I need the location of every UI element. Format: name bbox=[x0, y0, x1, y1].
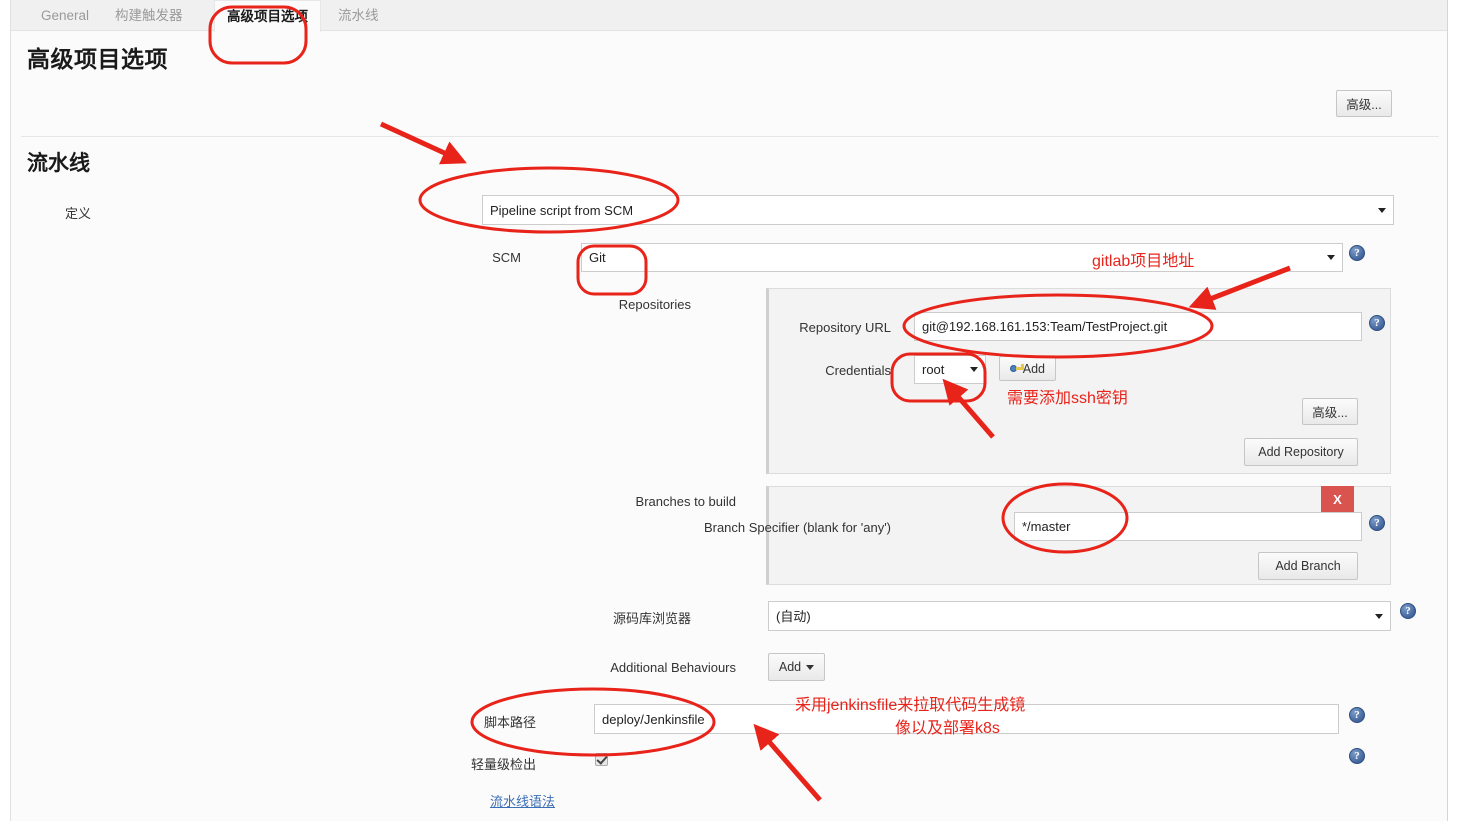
add-repository-button[interactable]: Add Repository bbox=[1244, 438, 1358, 466]
repository-browser-select[interactable]: (自动) bbox=[768, 601, 1391, 631]
tab-build-triggers-label: 构建触发器 bbox=[115, 8, 183, 23]
tab-general-label: General bbox=[41, 8, 90, 23]
additional-behaviours-add-button[interactable]: Add bbox=[768, 653, 825, 681]
scm-label: SCM bbox=[492, 250, 521, 265]
repository-url-input[interactable]: git@192.168.161.153:Team/TestProject.git bbox=[914, 312, 1362, 341]
tab-pipeline[interactable]: 流水线 bbox=[326, 0, 391, 31]
repository-browser-select-value: (自动) bbox=[776, 608, 811, 624]
chevron-down-icon bbox=[1375, 613, 1383, 619]
tab-general[interactable]: General bbox=[29, 0, 101, 31]
repository-browser-help-icon[interactable]: ? bbox=[1400, 603, 1416, 619]
scm-help-icon[interactable]: ? bbox=[1349, 245, 1365, 261]
tab-pipeline-label: 流水线 bbox=[338, 8, 379, 23]
config-tab-bar: General 构建触发器 高级项目选项 流水线 bbox=[11, 0, 1447, 32]
credentials-add-button-label: Add bbox=[1022, 361, 1045, 376]
definition-select-value: Pipeline script from SCM bbox=[490, 202, 634, 218]
section-divider bbox=[21, 136, 1439, 137]
branch-specifier-value: */master bbox=[1022, 519, 1071, 534]
repository-browser-label: 源码库浏览器 bbox=[612, 611, 691, 626]
script-path-input[interactable]: deploy/Jenkinsfile bbox=[594, 704, 1339, 734]
tab-advanced-project-options[interactable]: 高级项目选项 bbox=[214, 0, 321, 32]
additional-behaviours-add-button-label: Add bbox=[778, 660, 802, 674]
tab-build-triggers[interactable]: 构建触发器 bbox=[103, 0, 195, 31]
advanced-button-top[interactable]: 高级... bbox=[1336, 90, 1392, 117]
advanced-button-top-label: 高级... bbox=[1346, 98, 1382, 112]
key-icon bbox=[1010, 364, 1024, 373]
branch-specifier-input[interactable]: */master bbox=[1014, 512, 1362, 541]
page-title: 高级项目选项 bbox=[27, 46, 168, 72]
credentials-select[interactable]: root bbox=[914, 355, 986, 384]
jenkins-pipeline-config-screenshot: General 构建触发器 高级项目选项 流水线 高级项目选项 高级... 流水… bbox=[0, 0, 1481, 821]
add-branch-button-label: Add Branch bbox=[1275, 559, 1341, 573]
credentials-add-button[interactable]: Add bbox=[999, 356, 1056, 381]
script-path-value: deploy/Jenkinsfile bbox=[602, 711, 705, 727]
branches-to-build-label: Branches to build bbox=[635, 494, 736, 509]
lightweight-checkout-label: 轻量级检出 bbox=[470, 757, 536, 772]
branch-delete-button-label: X bbox=[1333, 491, 1342, 507]
credentials-select-value: root bbox=[922, 362, 945, 377]
repository-url-value: git@192.168.161.153:Team/TestProject.git bbox=[922, 319, 1168, 334]
add-repository-button-label: Add Repository bbox=[1258, 445, 1344, 459]
scm-select-value: Git bbox=[589, 250, 606, 265]
branch-specifier-help-icon[interactable]: ? bbox=[1369, 515, 1385, 531]
script-path-label: 脚本路径 bbox=[483, 715, 536, 730]
definition-label: 定义 bbox=[64, 206, 91, 221]
repository-advanced-button-label: 高级... bbox=[1312, 406, 1348, 420]
scm-select[interactable]: Git bbox=[581, 243, 1343, 272]
pipeline-section-title: 流水线 bbox=[27, 152, 90, 175]
chevron-down-icon bbox=[806, 664, 815, 670]
lightweight-checkout-help-icon[interactable]: ? bbox=[1349, 748, 1365, 764]
additional-behaviours-label: Additional Behaviours bbox=[610, 660, 736, 675]
chevron-down-icon bbox=[1378, 207, 1386, 213]
pipeline-syntax-link[interactable]: 流水线语法 bbox=[490, 791, 555, 810]
branch-specifier-label: Branch Specifier (blank for 'any') bbox=[703, 520, 891, 535]
repository-url-help-icon[interactable]: ? bbox=[1369, 315, 1385, 331]
repositories-label: Repositories bbox=[618, 297, 691, 312]
script-path-help-icon[interactable]: ? bbox=[1349, 707, 1365, 723]
credentials-label: Credentials bbox=[825, 363, 891, 378]
chevron-down-icon bbox=[1327, 255, 1335, 260]
repository-url-label: Repository URL bbox=[799, 320, 891, 335]
add-branch-button[interactable]: Add Branch bbox=[1258, 552, 1358, 580]
repository-advanced-button[interactable]: 高级... bbox=[1302, 398, 1358, 425]
tab-advanced-project-options-label: 高级项目选项 bbox=[227, 9, 308, 24]
branch-delete-button[interactable]: X bbox=[1321, 486, 1354, 512]
content-panel: General 构建触发器 高级项目选项 流水线 高级项目选项 高级... 流水… bbox=[10, 0, 1448, 821]
lightweight-checkout-checkbox[interactable] bbox=[595, 753, 608, 766]
chevron-down-icon bbox=[970, 367, 978, 372]
definition-select[interactable]: Pipeline script from SCM bbox=[482, 195, 1394, 225]
